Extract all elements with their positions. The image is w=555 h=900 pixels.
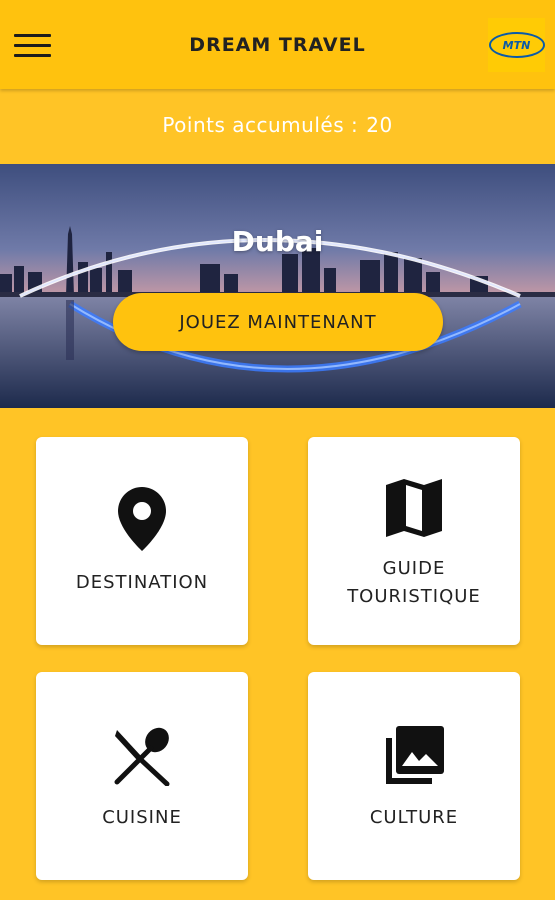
card-destination-label: DESTINATION [75, 572, 209, 593]
card-guide-touristique[interactable]: GUIDE TOURISTIQUE [308, 437, 520, 645]
app-bar: DREAM TRAVEL MTN [0, 0, 555, 89]
utensils-icon [36, 726, 248, 786]
points-label: Points accumulés : [162, 113, 359, 137]
mtn-logo-text: MTN [502, 38, 531, 52]
card-culture[interactable]: CULTURE [308, 672, 520, 880]
dubai-skyline-image [0, 164, 555, 408]
card-destination[interactable]: DESTINATION [36, 437, 248, 645]
card-cuisine-label: CUISINE [102, 807, 182, 828]
points-value: 20 [366, 113, 393, 137]
play-now-button[interactable]: JOUEZ MAINTENANT [113, 293, 443, 351]
map-icon [308, 477, 520, 539]
destination-city-name: Dubai [231, 225, 324, 258]
app-title: DREAM TRAVEL [189, 34, 366, 56]
card-cuisine[interactable]: CUISINE [36, 672, 248, 880]
card-guide-label-line2: TOURISTIQUE [347, 586, 481, 607]
mtn-logo: MTN [488, 18, 545, 72]
card-guide-label: GUIDE TOURISTIQUE [308, 555, 520, 611]
card-guide-label-line1: GUIDE [382, 558, 446, 579]
location-pin-icon [36, 487, 248, 551]
card-culture-label: CULTURE [369, 807, 459, 828]
destination-banner [0, 164, 555, 408]
points-summary: Points accumulés : 20 [0, 113, 555, 137]
photo-library-icon [308, 724, 520, 788]
